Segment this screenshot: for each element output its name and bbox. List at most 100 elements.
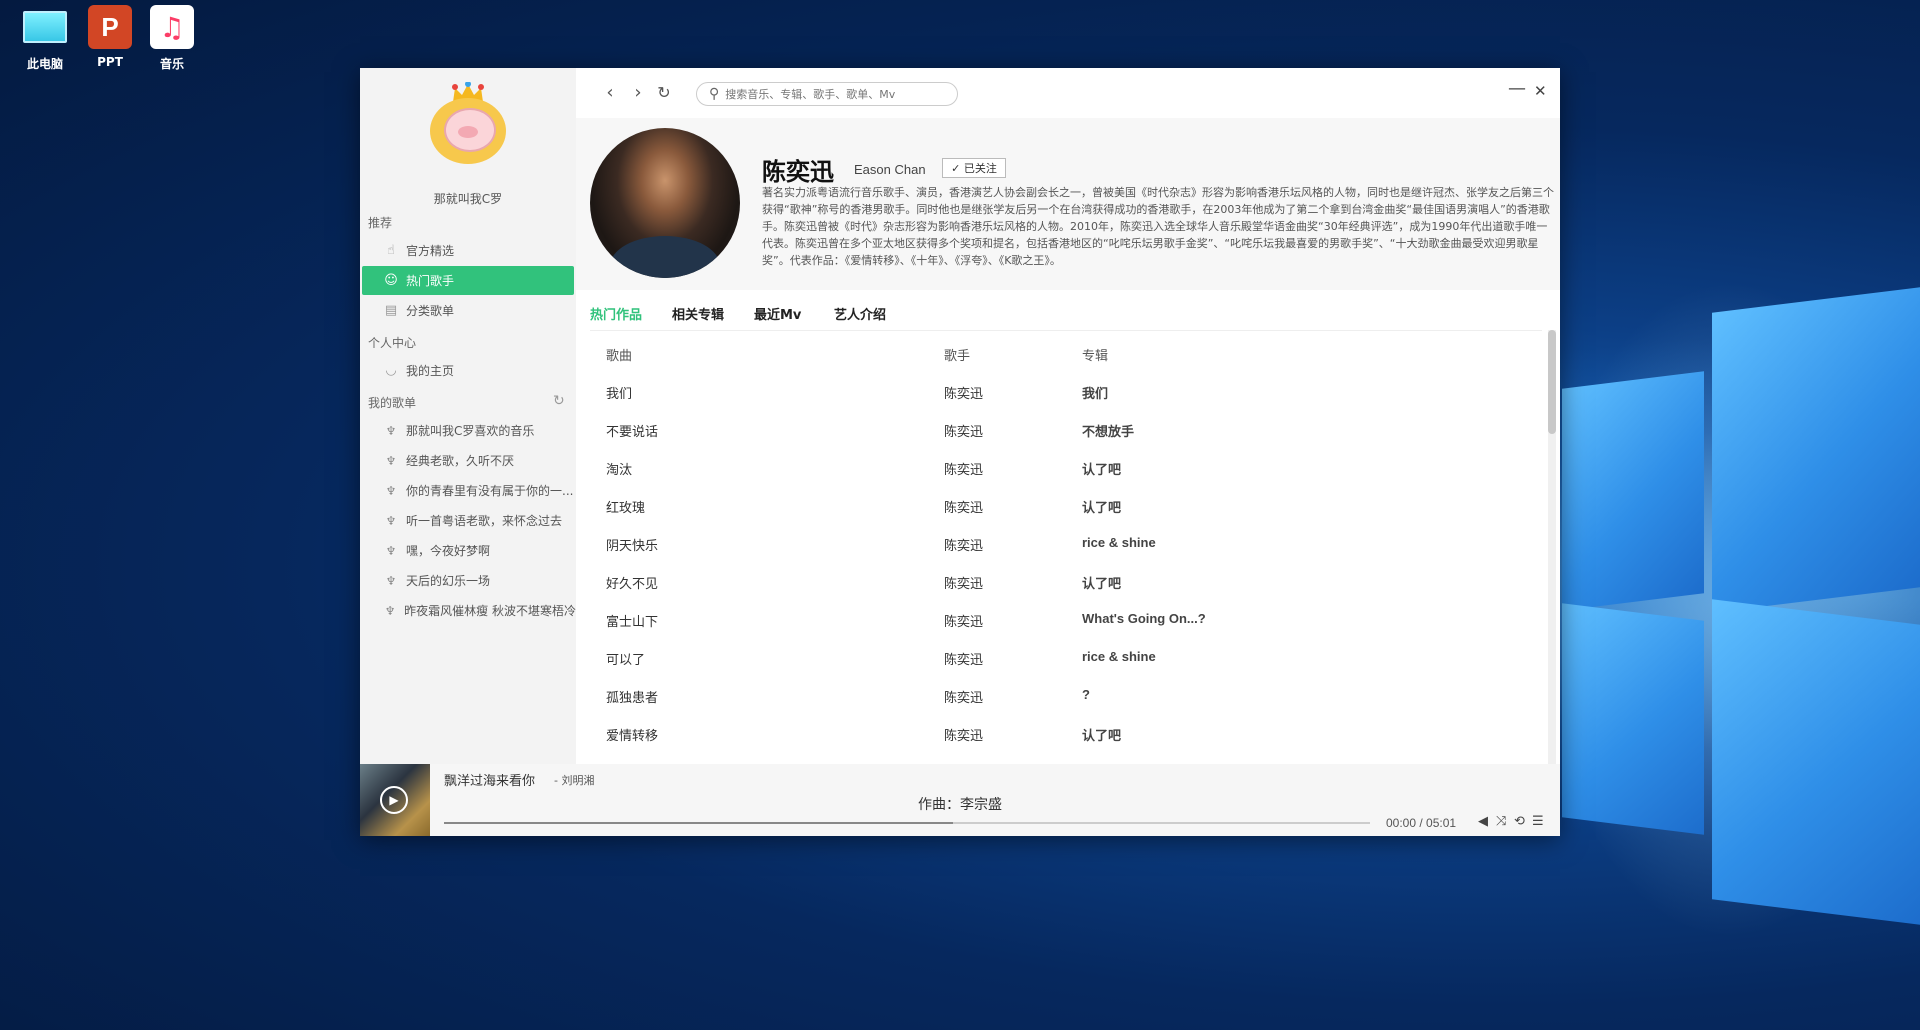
forward-button[interactable]: › xyxy=(628,82,648,103)
tab-artist-intro[interactable]: 艺人介绍 xyxy=(834,304,886,323)
palm-tree-icon: ♆ xyxy=(385,543,397,558)
sidebar-item-label: 分类歌单 xyxy=(406,304,455,318)
main-content: ‹ › ↻ ⚲ — ✕ 陈奕迅 Eason Chan ✓ 已关注 著名实力派粤语… xyxy=(576,68,1560,765)
song-name: 阴天快乐 xyxy=(606,539,659,554)
follow-button[interactable]: ✓ 已关注 xyxy=(942,158,1006,178)
column-header-song: 歌曲 xyxy=(606,349,633,364)
progress-bar[interactable] xyxy=(444,822,1370,824)
progress-fill xyxy=(444,822,954,824)
song-singer: 陈奕迅 xyxy=(944,577,984,592)
desktop-icon-label: 音乐 xyxy=(159,57,184,71)
search-input[interactable] xyxy=(723,86,928,102)
table-row[interactable]: 阴天快乐 陈奕迅 rice & shine xyxy=(590,525,1542,563)
artist-english-name: Eason Chan xyxy=(854,162,926,177)
tab-recent-mv[interactable]: 最近Mv xyxy=(754,304,801,323)
table-header-row: 歌曲 歌手 专辑 xyxy=(590,335,1542,373)
column-header-singer: 歌手 xyxy=(944,349,971,364)
table-row[interactable]: 孤独患者 陈奕迅? xyxy=(590,677,1542,715)
desktop-icon-label: 此电脑 xyxy=(26,57,63,71)
table-row[interactable]: 淘汰 陈奕迅 认了吧 xyxy=(590,449,1542,487)
table-row[interactable]: 爱情转移 陈奕迅 认了吧 xyxy=(590,715,1542,753)
song-singer: 陈奕迅 xyxy=(944,387,984,402)
repeat-icon[interactable]: ⟲ xyxy=(1514,814,1525,829)
sidebar-item-hot-singers[interactable]: ☺ 热门歌手 xyxy=(362,266,574,295)
refresh-icon[interactable]: ↻ xyxy=(553,393,565,409)
scrollbar-thumb[interactable] xyxy=(1548,330,1556,434)
playlist-item[interactable]: ♆ 天后的幻乐一场 xyxy=(362,566,576,595)
artist-name: 陈奕迅 xyxy=(762,158,834,186)
windows-logo-pane xyxy=(1562,371,1704,611)
playlist-icon[interactable]: ☰ xyxy=(1532,814,1544,829)
desktop-icon-ppt[interactable]: P PPT xyxy=(78,5,142,69)
playlist-label: 你的青春里有没有属于你的一... xyxy=(406,484,574,498)
computer-icon xyxy=(23,5,67,49)
sidebar-item-label: 官方精选 xyxy=(406,244,455,258)
song-album: 不想放手 xyxy=(1082,424,1135,439)
search-box[interactable]: ⚲ xyxy=(696,82,958,106)
sidebar-item-category-playlists[interactable]: ▤ 分类歌单 xyxy=(362,296,574,325)
table-row[interactable]: 富士山下 陈奕迅 What's Going On...? xyxy=(590,601,1542,639)
sidebar-item-label: 我的主页 xyxy=(406,364,455,378)
song-name: 红玫瑰 xyxy=(606,501,646,516)
volume-icon[interactable]: ◀ xyxy=(1478,814,1488,829)
user-name[interactable]: 那就叫我C罗 xyxy=(360,190,576,207)
sidebar-item-official-picks[interactable]: ☝ 官方精选 xyxy=(362,236,574,265)
windows-logo-pane xyxy=(1712,599,1920,925)
refresh-button[interactable]: ↻ xyxy=(654,83,674,102)
sidebar: 那就叫我C罗 推荐 ☝ 官方精选 ☺ 热门歌手 ▤ 分类歌单 个人中心 ◡ 我的… xyxy=(360,68,576,764)
playlist-item[interactable]: ♆ 那就叫我C罗喜欢的音乐 xyxy=(362,416,576,445)
now-playing-artist: - 刘明湘 xyxy=(554,774,595,787)
tab-albums[interactable]: 相关专辑 xyxy=(672,304,724,323)
windows-logo-pane xyxy=(1562,603,1704,835)
playlist-item[interactable]: ♆ 听一首粤语老歌，来怀念过去 xyxy=(362,506,576,535)
table-row[interactable]: 可以了 陈奕迅 rice & shine xyxy=(590,639,1542,677)
palm-tree-icon: ♆ xyxy=(385,483,397,498)
playlist-label: 听一首粤语老歌，来怀念过去 xyxy=(406,514,563,528)
song-album: 认了吧 xyxy=(1082,500,1122,515)
desktop-icon-music[interactable]: ♫ 音乐 xyxy=(140,5,204,72)
tab-hot-works[interactable]: 热门作品 xyxy=(590,304,642,323)
shuffle-icon[interactable]: ⤨ xyxy=(1496,814,1506,829)
table-row[interactable]: 好久不见 陈奕迅 认了吧 xyxy=(590,563,1542,601)
back-button[interactable]: ‹ xyxy=(600,82,620,103)
playlist-item[interactable]: ♆ 嘿，今夜好梦啊 xyxy=(362,536,576,565)
playback-time: 00:00 / 05:01 xyxy=(1386,816,1457,830)
lyric-line: 作曲：李宗盛 xyxy=(918,797,1002,813)
hand-icon: ☝ xyxy=(387,243,395,258)
song-singer: 陈奕迅 xyxy=(944,615,984,630)
song-name: 好久不见 xyxy=(606,577,659,592)
smile-icon: ◡ xyxy=(385,363,397,378)
minimize-button[interactable]: — xyxy=(1508,78,1526,99)
song-album: rice & shine xyxy=(1082,535,1156,550)
table-row[interactable]: 我们 陈奕迅 我们 xyxy=(590,373,1542,411)
desktop-icon-computer[interactable]: 此电脑 xyxy=(13,5,77,72)
palm-tree-icon: ♆ xyxy=(385,573,397,588)
sidebar-item-label: 热门歌手 xyxy=(406,274,455,288)
music-app-window: 那就叫我C罗 推荐 ☝ 官方精选 ☺ 热门歌手 ▤ 分类歌单 个人中心 ◡ 我的… xyxy=(360,68,1560,836)
palm-tree-icon: ♆ xyxy=(385,453,397,468)
table-row[interactable]: 不要说话 陈奕迅 不想放手 xyxy=(590,411,1542,449)
playlist-item[interactable]: ♆ 经典老歌，久听不厌 xyxy=(362,446,576,475)
column-header-album: 专辑 xyxy=(1082,349,1109,364)
song-singer: 陈奕迅 xyxy=(944,425,984,440)
windows-logo-pane xyxy=(1712,287,1920,613)
song-singer: 陈奕迅 xyxy=(944,501,984,516)
playlist-item[interactable]: ♆ 昨夜霜风催林瘦 秋波不堪寒梧冷 xyxy=(362,596,576,625)
avatar-face xyxy=(430,98,506,164)
song-singer: 陈奕迅 xyxy=(944,539,984,554)
playlist-item[interactable]: ♆ 你的青春里有没有属于你的一... xyxy=(362,476,576,505)
song-name: 孤独患者 xyxy=(606,691,659,706)
song-album: 我们 xyxy=(1082,386,1109,401)
song-name: 我们 xyxy=(606,387,633,402)
artist-header: 陈奕迅 Eason Chan ✓ 已关注 著名实力派粤语流行音乐歌手、演员，香港… xyxy=(576,118,1560,290)
artist-description: 著名实力派粤语流行音乐歌手、演员，香港演艺人协会副会长之一，曾被美国《时代杂志》… xyxy=(762,186,1554,267)
sidebar-item-my-home[interactable]: ◡ 我的主页 xyxy=(362,356,574,385)
tab-bar: 热门作品 相关专辑 最近Mv 艺人介绍 xyxy=(576,296,1560,328)
close-button[interactable]: ✕ xyxy=(1534,82,1547,100)
song-name: 可以了 xyxy=(606,653,646,668)
music-icon: ♫ xyxy=(150,5,194,49)
top-bar: ‹ › ↻ ⚲ — ✕ xyxy=(576,68,1560,118)
scrollbar[interactable] xyxy=(1548,330,1556,764)
table-row[interactable]: 红玫瑰 陈奕迅 认了吧 xyxy=(590,487,1542,525)
avatar[interactable] xyxy=(429,82,507,164)
